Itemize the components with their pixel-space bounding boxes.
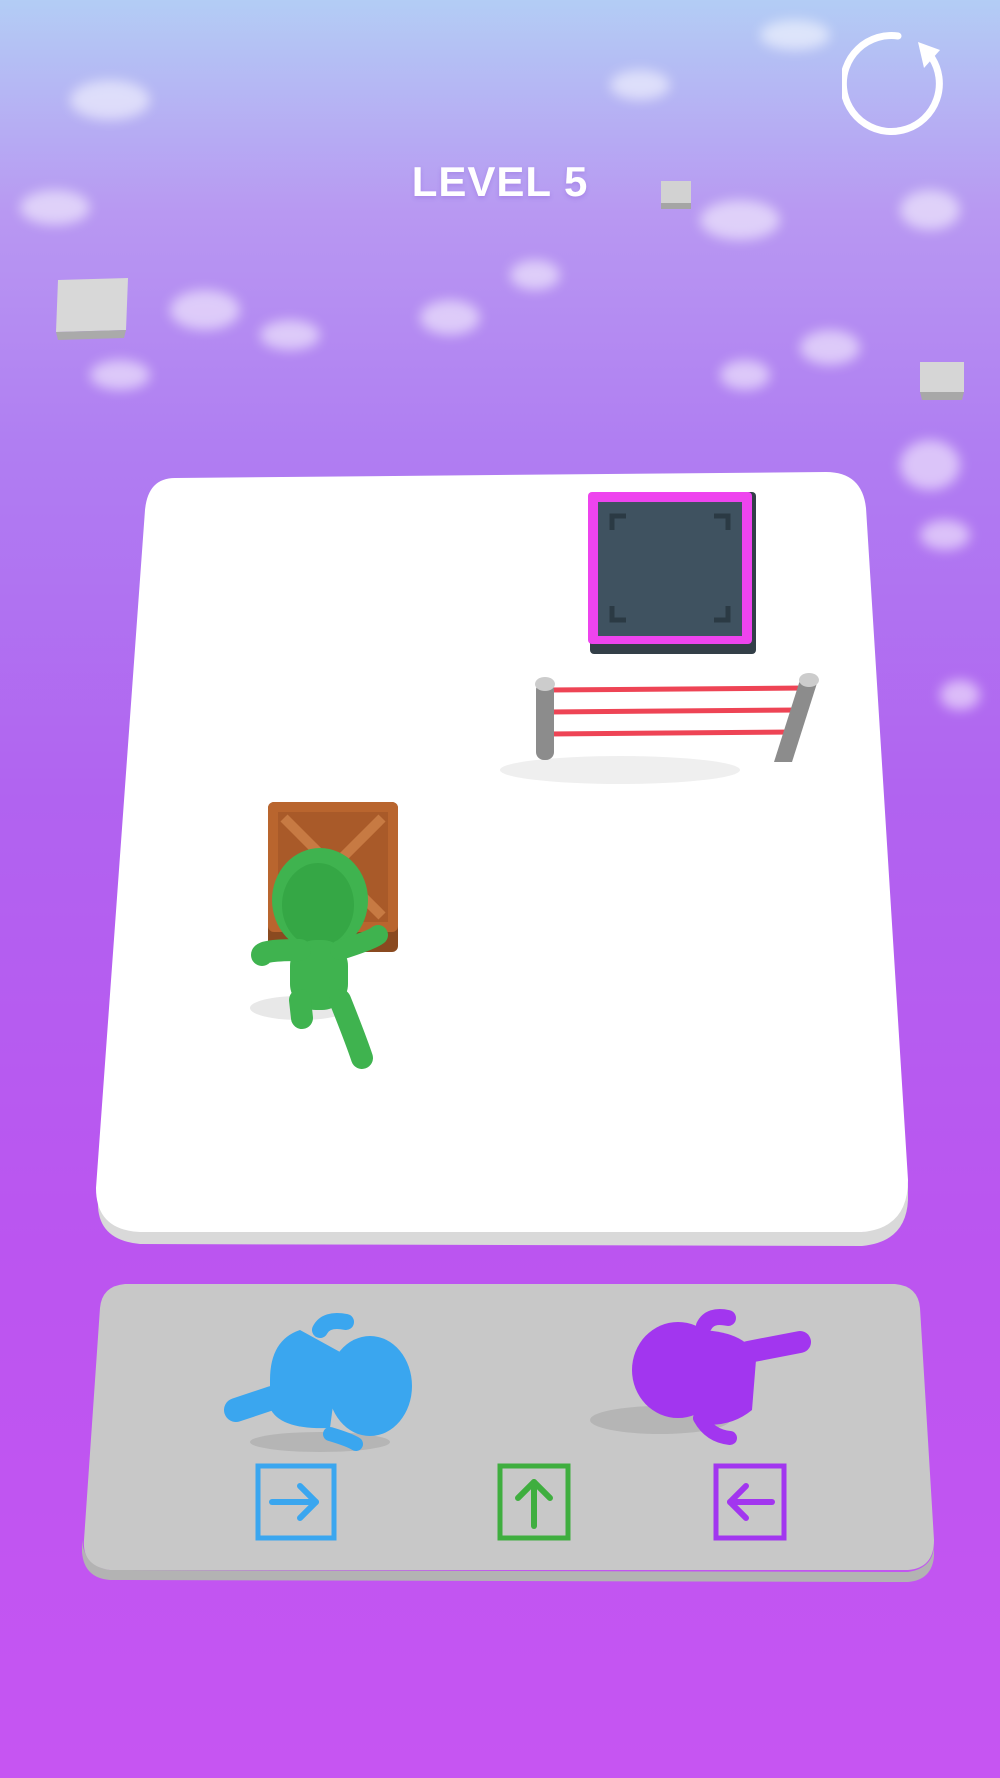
arrow-up-icon [515, 1479, 553, 1529]
purple-left-arrow-button[interactable] [712, 1462, 788, 1542]
blue-right-arrow-button[interactable] [254, 1462, 338, 1542]
exit-pit [588, 492, 756, 654]
green-up-arrow-button[interactable] [496, 1462, 572, 1542]
arrow-left-icon [727, 1483, 775, 1521]
arrow-right-icon [269, 1483, 319, 1521]
